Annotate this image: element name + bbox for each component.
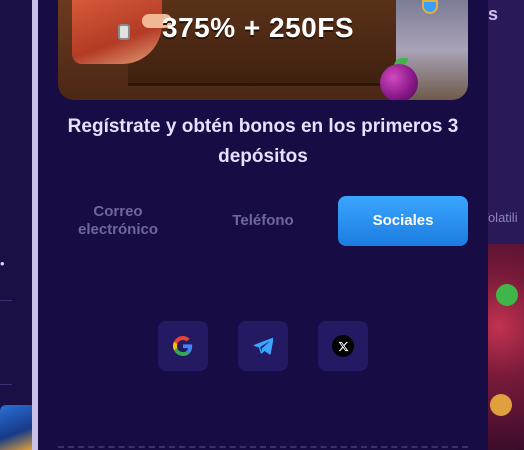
signup-method-tabs: Correo electrónico Teléfono Sociales (58, 196, 468, 246)
background-left-panel: • (0, 0, 36, 450)
background-glyph: • (0, 256, 5, 271)
google-icon (173, 336, 193, 356)
promo-text: 375% + 250FS (162, 12, 355, 43)
x-login-button[interactable] (318, 321, 368, 371)
tab-social[interactable]: Sociales (338, 196, 468, 246)
telegram-icon (253, 337, 273, 355)
tab-phone[interactable]: Teléfono (198, 196, 328, 246)
google-login-button[interactable] (158, 321, 208, 371)
social-login-row (158, 321, 368, 371)
plum-icon (380, 64, 418, 100)
tab-email[interactable]: Correo electrónico (58, 196, 178, 246)
background-partial-text: s (488, 4, 499, 24)
background-game-thumbnail[interactable] (488, 244, 524, 450)
fruit-decoration (496, 284, 518, 306)
signup-headline: Regístrate y obtén bonos en los primeros… (67, 116, 459, 167)
signup-modal: 375% + 250FS Regístrate y obtén bonos en… (38, 0, 488, 450)
section-divider (58, 446, 468, 448)
telegram-login-button[interactable] (238, 321, 288, 371)
watch-icon (118, 24, 130, 40)
fruit-decoration (490, 394, 512, 416)
promo-banner: 375% + 250FS (58, 0, 468, 100)
background-right-panel: s Volatili (480, 0, 524, 450)
background-divider (0, 300, 12, 301)
background-divider (0, 384, 12, 385)
x-icon (332, 335, 354, 357)
background-game-thumbnail[interactable] (0, 405, 32, 450)
